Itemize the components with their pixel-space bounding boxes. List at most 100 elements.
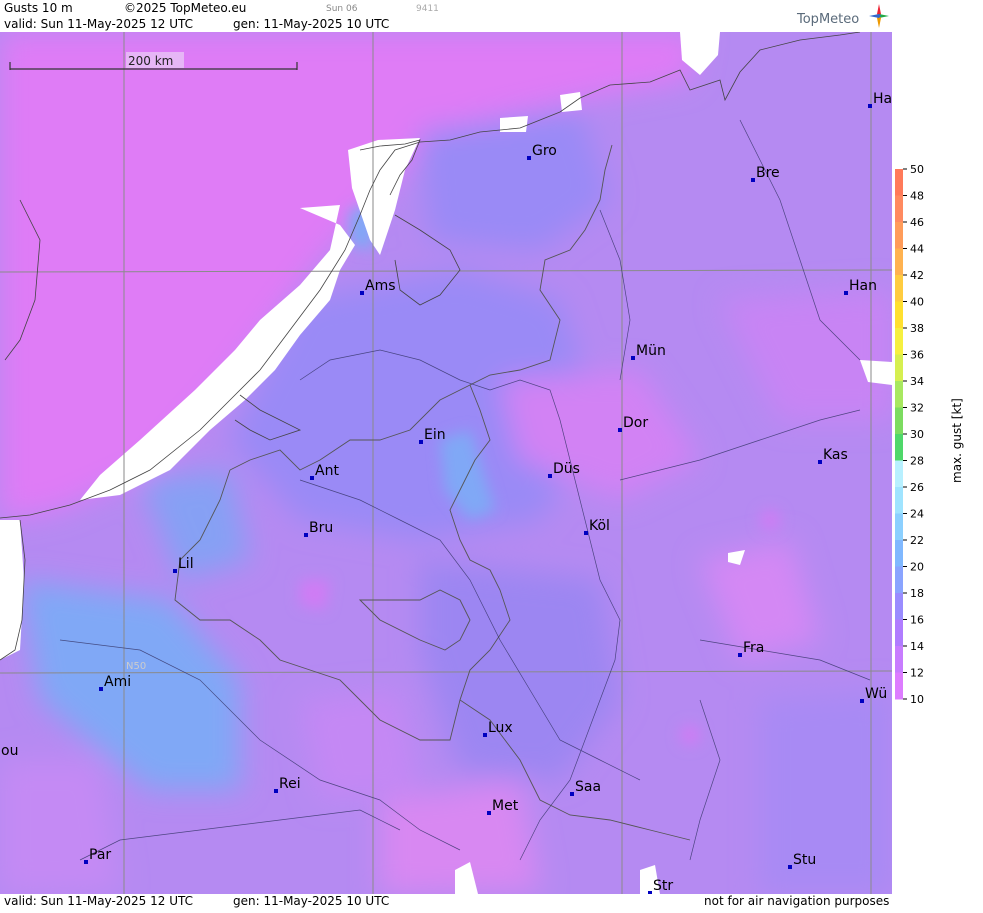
city-label: Mün bbox=[636, 343, 666, 359]
city-dot bbox=[548, 474, 552, 478]
run-label: Sun 06 bbox=[326, 4, 358, 14]
city-dot bbox=[631, 356, 635, 360]
legend-tick-label: 14 bbox=[910, 640, 924, 653]
city-label: Kas bbox=[823, 447, 848, 463]
city-label: Dor bbox=[623, 415, 648, 431]
legend-tick-label: 50 bbox=[910, 163, 924, 176]
legend-tick-label: 26 bbox=[910, 481, 924, 494]
legend-swatch bbox=[895, 381, 903, 408]
gen-time: gen: 11-May-2025 10 UTC bbox=[233, 17, 390, 31]
city-dot bbox=[310, 476, 314, 480]
legend-swatch bbox=[895, 487, 903, 514]
legend-title: max. gust [kt] bbox=[950, 398, 964, 483]
city-label: Wü bbox=[865, 686, 887, 702]
city-dot bbox=[738, 653, 742, 657]
legend-swatch bbox=[895, 354, 903, 382]
legend-tick-label: 10 bbox=[910, 693, 924, 706]
city-dot bbox=[868, 104, 872, 108]
legend-tick-label: 22 bbox=[910, 534, 924, 547]
legend-tick-label: 46 bbox=[910, 216, 924, 229]
legend-tick-label: 44 bbox=[910, 243, 924, 256]
city-label: Ams bbox=[365, 278, 396, 294]
legend-swatch bbox=[895, 672, 903, 700]
city-label: Stu bbox=[793, 852, 816, 868]
legend-tick-label: 36 bbox=[910, 349, 924, 362]
legend-swatch bbox=[895, 619, 903, 647]
legend-swatch bbox=[895, 222, 903, 249]
gust-map[interactable]: N50 200 km GroBreHaAms HanMünDorEinKasAn… bbox=[0, 32, 892, 894]
city-label: Gro bbox=[532, 143, 557, 159]
city-dot bbox=[860, 699, 864, 703]
city-label: Ha bbox=[873, 91, 892, 107]
legend-tick-label: 28 bbox=[910, 455, 924, 468]
legend-swatch bbox=[895, 407, 903, 435]
map-header: Gusts 10 m ©2025 TopMeteo.eu Sun 06 9411… bbox=[0, 0, 892, 32]
legend-tick-label: 18 bbox=[910, 587, 924, 600]
legend-swatch bbox=[895, 646, 903, 673]
legend-tick-label: 40 bbox=[910, 296, 924, 309]
city-label: Saa bbox=[575, 779, 601, 795]
brand-name: TopMeteo bbox=[797, 12, 860, 27]
city-label: Han bbox=[849, 278, 877, 294]
city-label: Lux bbox=[488, 720, 513, 736]
city-label: Str bbox=[653, 878, 673, 894]
legend-swatch bbox=[895, 566, 903, 594]
product-title: Gusts 10 m bbox=[4, 1, 73, 15]
footer-valid-time: valid: Sun 11-May-2025 12 UTC bbox=[4, 894, 193, 908]
city-dot bbox=[274, 789, 278, 793]
legend-swatch bbox=[895, 593, 903, 620]
city-dot bbox=[173, 569, 177, 573]
legend-tick-label: 48 bbox=[910, 190, 924, 203]
map-footer: valid: Sun 11-May-2025 12 UTC gen: 11-Ma… bbox=[0, 894, 892, 909]
city-label: Lil bbox=[178, 556, 194, 572]
legend-swatch bbox=[895, 301, 903, 329]
legend-swatch bbox=[895, 540, 903, 567]
city-label: Ami bbox=[104, 674, 131, 690]
disclaimer: not for air navigation purposes bbox=[704, 894, 890, 908]
city-dot bbox=[304, 533, 308, 537]
legend-swatch bbox=[895, 275, 903, 302]
city-label: Bre bbox=[756, 165, 780, 181]
legend-tick-label: 20 bbox=[910, 561, 924, 574]
legend-swatch bbox=[895, 195, 903, 223]
city-label: Bru bbox=[309, 520, 333, 536]
city-dot bbox=[570, 792, 574, 796]
city-label: Ein bbox=[424, 427, 446, 443]
legend-tick-label: 42 bbox=[910, 269, 924, 282]
city-dot bbox=[487, 811, 491, 815]
city-dot bbox=[584, 531, 588, 535]
legend-colorbar: 50 48 46 44 42 40 38 36 34 32 30 28 26 24 22 20 18 16 14 12… bbox=[895, 163, 924, 706]
city-label: Fra bbox=[743, 640, 764, 656]
legend-swatch bbox=[895, 513, 903, 541]
scale-label: 200 km bbox=[128, 54, 173, 68]
city-label: Köl bbox=[589, 518, 610, 534]
city-dot bbox=[618, 428, 622, 432]
city-label: Düs bbox=[553, 461, 580, 477]
legend-swatch bbox=[895, 460, 903, 488]
city-label: Ant bbox=[315, 463, 339, 479]
city-dot bbox=[788, 865, 792, 869]
city-dot bbox=[527, 156, 531, 160]
city-dot bbox=[99, 687, 103, 691]
latitude-label: N50 bbox=[126, 661, 146, 672]
run-id: 9411 bbox=[416, 4, 439, 14]
legend-tick-label: 24 bbox=[910, 508, 924, 521]
legend-swatch bbox=[895, 248, 903, 276]
legend-tick-label: 30 bbox=[910, 428, 924, 441]
city-dot bbox=[818, 460, 822, 464]
legend-swatch bbox=[895, 328, 903, 355]
topmeteo-logo[interactable]: TopMeteo bbox=[797, 4, 892, 32]
city-dot bbox=[751, 178, 755, 182]
legend-tick-label: 16 bbox=[910, 614, 924, 627]
legend-tick-label: 38 bbox=[910, 322, 924, 335]
copyright: ©2025 TopMeteo.eu bbox=[124, 1, 247, 15]
legend-swatch bbox=[895, 169, 903, 196]
legend-swatch bbox=[895, 434, 903, 461]
city-dot bbox=[419, 440, 423, 444]
city-dot bbox=[483, 733, 487, 737]
city-label: ou bbox=[1, 743, 18, 759]
valid-time: valid: Sun 11-May-2025 12 UTC bbox=[4, 17, 193, 31]
city-label: Rei bbox=[279, 776, 301, 792]
legend-tick-label: 12 bbox=[910, 667, 924, 680]
city-label: Met bbox=[492, 798, 519, 814]
